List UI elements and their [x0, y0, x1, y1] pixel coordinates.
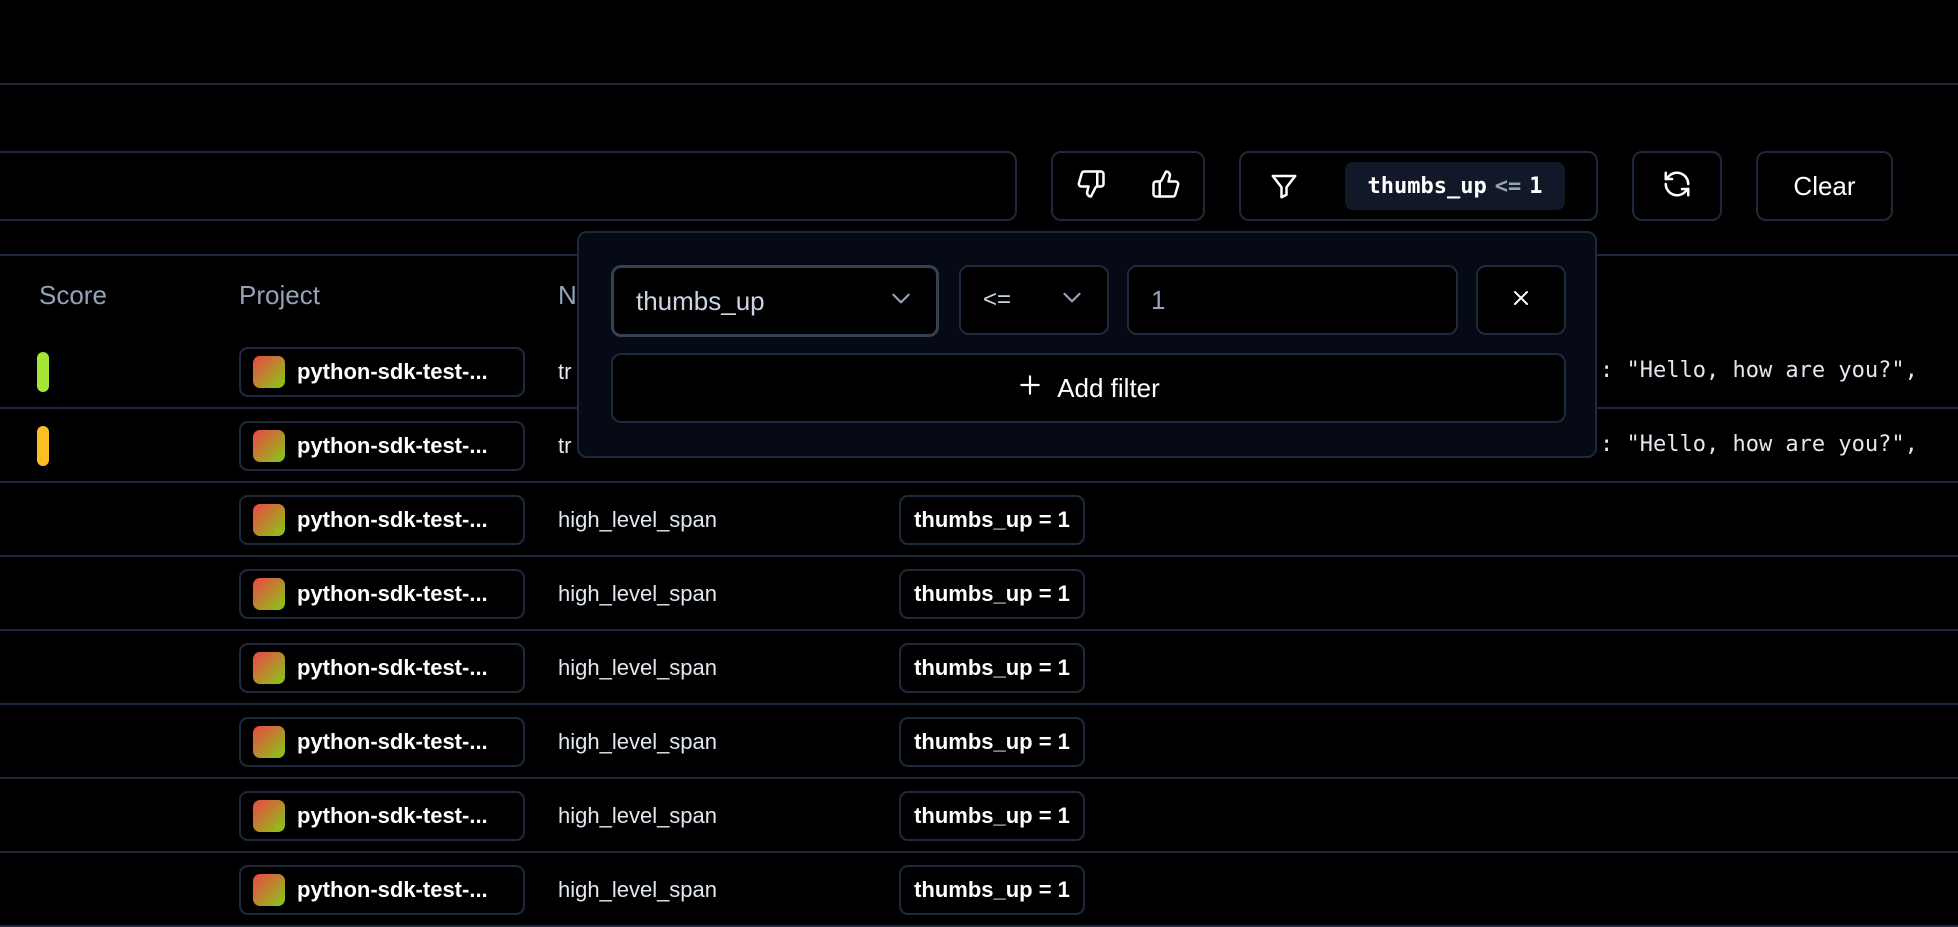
project-name: python-sdk-test-...	[297, 359, 488, 384]
column-header-score[interactable]: Score	[39, 280, 107, 311]
span-name: high_level_span	[558, 877, 718, 902]
chevron-down-icon	[1059, 284, 1085, 317]
span-name: high_level_span	[558, 655, 718, 680]
input-preview: : "Hello, how are you?",	[1600, 358, 1918, 383]
project-badge[interactable]: python-sdk-test-...	[239, 347, 525, 397]
refresh-icon	[1662, 169, 1692, 204]
score-badge: thumbs_up = 1	[899, 495, 1085, 545]
project-avatar	[253, 726, 285, 758]
project-avatar	[253, 356, 285, 388]
project-name: python-sdk-test-...	[297, 877, 488, 902]
thumbs-down-icon[interactable]	[1076, 169, 1106, 204]
search-input[interactable]	[0, 151, 1017, 221]
project-avatar	[253, 578, 285, 610]
table-row[interactable]: python-sdk-test-... high_level_span thumbs…	[0, 483, 1958, 557]
active-filter-chip: thumbs_up <= 1	[1345, 162, 1565, 210]
top-divider	[0, 83, 1958, 85]
chip-operator: <=	[1494, 173, 1522, 199]
span-name: high_level_span	[558, 581, 718, 606]
project-avatar	[253, 504, 285, 536]
filter-popover: thumbs_up <= Add filter	[577, 231, 1597, 458]
project-name: python-sdk-test-...	[297, 433, 488, 458]
score-badge: thumbs_up = 1	[899, 569, 1085, 619]
table-row[interactable]: python-sdk-test-... high_level_span thumbs…	[0, 779, 1958, 853]
span-name: tr	[558, 359, 572, 384]
table-row[interactable]: python-sdk-test-... high_level_span thumbs…	[0, 557, 1958, 631]
thumbs-up-icon[interactable]	[1151, 169, 1181, 204]
filter-field-value: thumbs_up	[636, 285, 765, 316]
score-badge: thumbs_up = 1	[899, 791, 1085, 841]
project-badge[interactable]: python-sdk-test-...	[239, 569, 525, 619]
project-name: python-sdk-test-...	[297, 729, 488, 754]
remove-filter-button[interactable]	[1476, 265, 1566, 335]
plus-icon	[1017, 372, 1043, 405]
filter-funnel-icon	[1269, 171, 1299, 206]
project-badge[interactable]: python-sdk-test-...	[239, 643, 525, 693]
span-name: high_level_span	[558, 729, 718, 754]
refresh-button[interactable]	[1632, 151, 1722, 221]
filter-operator-select[interactable]: <=	[959, 265, 1109, 335]
filter-field-select[interactable]: thumbs_up	[611, 265, 939, 337]
project-name: python-sdk-test-...	[297, 581, 488, 606]
add-filter-label: Add filter	[1057, 372, 1160, 403]
project-avatar	[253, 652, 285, 684]
project-name: python-sdk-test-...	[297, 655, 488, 680]
feedback-toggle-group	[1051, 151, 1205, 221]
score-indicator	[37, 426, 49, 466]
project-name: python-sdk-test-...	[297, 507, 488, 532]
column-header-name[interactable]: N	[558, 280, 577, 311]
chevron-down-icon	[888, 285, 914, 318]
score-indicator	[37, 352, 49, 392]
filter-value-input[interactable]	[1127, 265, 1458, 335]
column-header-project[interactable]: Project	[239, 280, 320, 311]
table-row[interactable]: python-sdk-test-... high_level_span thumbs…	[0, 853, 1958, 927]
project-badge[interactable]: python-sdk-test-...	[239, 495, 525, 545]
project-badge[interactable]: python-sdk-test-...	[239, 791, 525, 841]
score-badge: thumbs_up = 1	[899, 643, 1085, 693]
project-avatar	[253, 430, 285, 462]
project-badge[interactable]: python-sdk-test-...	[239, 717, 525, 767]
score-badge: thumbs_up = 1	[899, 865, 1085, 915]
score-badge: thumbs_up = 1	[899, 717, 1085, 767]
filter-button[interactable]: thumbs_up <= 1	[1239, 151, 1598, 221]
span-name: high_level_span	[558, 507, 718, 532]
input-preview: : "Hello, how are you?",	[1600, 432, 1918, 457]
span-name: tr	[558, 433, 572, 458]
project-badge[interactable]: python-sdk-test-...	[239, 865, 525, 915]
table-row[interactable]: python-sdk-test-... high_level_span thumbs…	[0, 631, 1958, 705]
filter-operator-value: <=	[983, 286, 1012, 313]
span-name: high_level_span	[558, 803, 718, 828]
chip-field: thumbs_up	[1367, 173, 1487, 199]
project-avatar	[253, 800, 285, 832]
clear-button[interactable]: Clear	[1756, 151, 1893, 221]
project-name: python-sdk-test-...	[297, 803, 488, 828]
project-avatar	[253, 874, 285, 906]
add-filter-button[interactable]: Add filter	[611, 353, 1566, 423]
close-icon	[1509, 286, 1533, 315]
chip-value: 1	[1529, 173, 1543, 199]
project-badge[interactable]: python-sdk-test-...	[239, 421, 525, 471]
table-row[interactable]: python-sdk-test-... high_level_span thumbs…	[0, 705, 1958, 779]
